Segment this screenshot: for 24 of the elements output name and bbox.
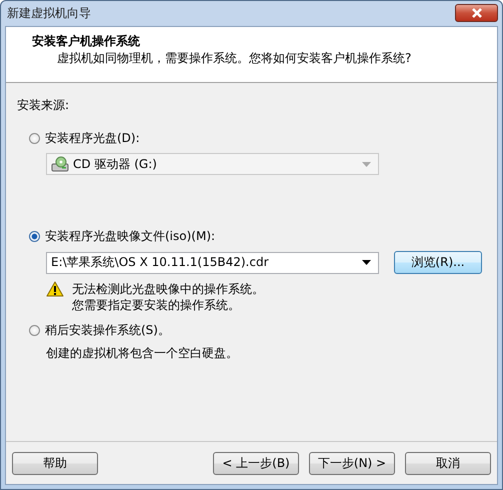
section-label: 安装来源: <box>17 97 70 113</box>
radio-label[interactable]: 安装程序光盘映像文件(iso)(M): <box>45 228 216 244</box>
window-title: 新建虚拟机向导 <box>7 5 91 22</box>
help-button[interactable]: 帮助 <box>12 452 98 474</box>
warning-icon <box>46 281 64 297</box>
page-heading: 安装客户机操作系统 <box>32 33 141 50</box>
radio-label[interactable]: 安装程序光盘(D): <box>45 130 140 146</box>
radio-button[interactable] <box>29 324 40 336</box>
warning-text: 无法检测此光盘映像中的操作系统。 <box>72 281 264 297</box>
dropdown-field[interactable]: E:\苹果系统\OS X 10.11.1(15B42).cdr <box>46 252 379 274</box>
dropdown-arrow-icon <box>362 162 371 166</box>
page-description: 虚拟机如同物理机，需要操作系统。您将如何安装客户机操作系统? <box>57 50 412 67</box>
option-description: 创建的虚拟机将包含一个空白硬盘。 <box>46 345 239 362</box>
drive-icon <box>51 156 69 172</box>
radio-label[interactable]: 稍后安装操作系统(S)。 <box>45 322 170 338</box>
next-button[interactable]: 下一步(N) > <box>309 452 395 474</box>
warning-text: 您需要指定要安装的操作系统。 <box>72 297 241 313</box>
close-button[interactable] <box>455 4 498 22</box>
radio-button[interactable] <box>29 230 40 242</box>
back-button[interactable]: < 上一步(B) <box>213 452 299 474</box>
dropdown-arrow-icon <box>362 260 371 265</box>
radio-button[interactable] <box>29 132 40 144</box>
cancel-button[interactable]: 取消 <box>405 452 491 474</box>
browse-button[interactable]: 浏览(R)... <box>394 251 482 274</box>
